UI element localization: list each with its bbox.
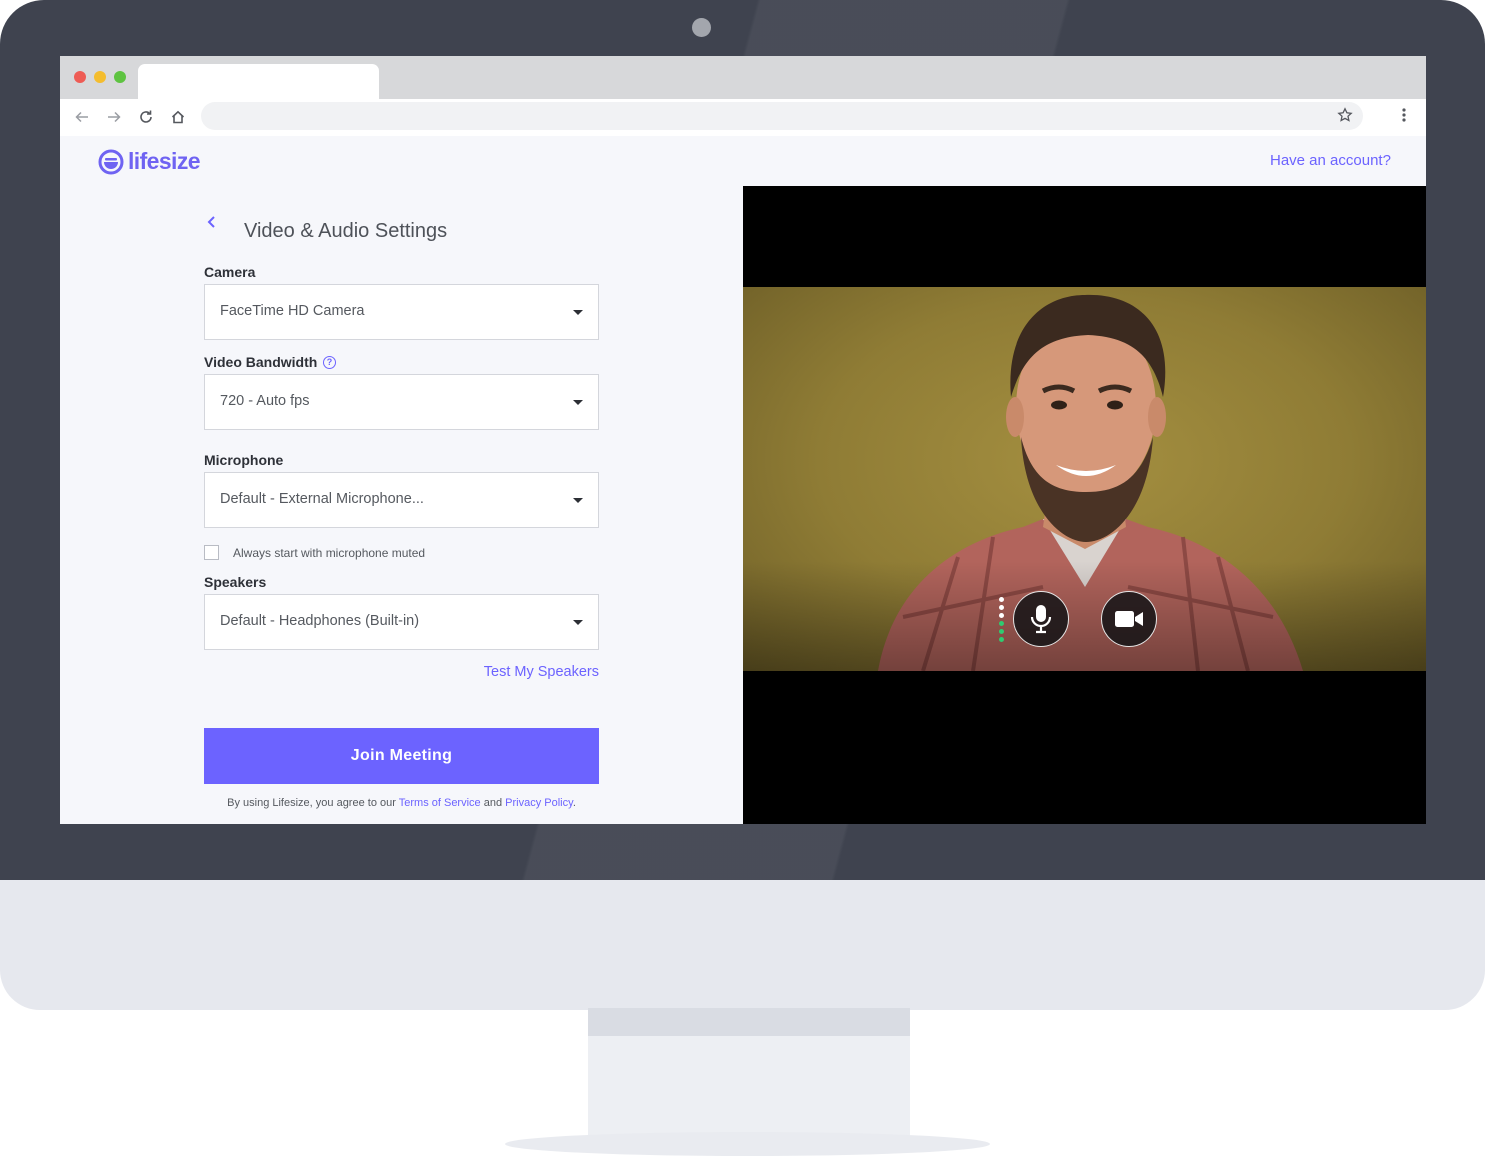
- join-meeting-button[interactable]: Join Meeting: [204, 728, 599, 784]
- test-speakers-link[interactable]: Test My Speakers: [484, 664, 599, 680]
- window-maximize-button[interactable]: [114, 71, 126, 83]
- lifesize-logo[interactable]: lifesize: [98, 148, 201, 175]
- speakers-select-value: Default - Headphones (Built-in): [220, 613, 420, 629]
- lifesize-page: lifesize Have an account? Video & Audio …: [60, 136, 1426, 824]
- mic-level-dot-active: [999, 621, 1004, 626]
- speakers-label: Speakers: [204, 574, 267, 590]
- monitor-chin: [0, 880, 1485, 1010]
- microphone-toggle-button[interactable]: [1013, 591, 1069, 647]
- video-bottom-shade: [743, 561, 1426, 671]
- browser-tab-bar: [60, 56, 1426, 99]
- bookmark-star-icon[interactable]: [1337, 107, 1353, 127]
- mic-level-dot: [999, 613, 1004, 618]
- microphone-select[interactable]: Default - External Microphone...: [204, 472, 599, 528]
- reload-icon[interactable]: [136, 107, 156, 127]
- lifesize-logo-mark: [98, 149, 124, 174]
- terms-suffix: .: [572, 797, 576, 809]
- camera-preview-image: [743, 287, 1426, 671]
- camera-toggle-button[interactable]: [1101, 591, 1157, 647]
- back-arrow-icon[interactable]: [72, 107, 92, 127]
- mic-level-dot-active: [999, 637, 1004, 642]
- logo-text: lifesize: [128, 148, 201, 174]
- address-bar[interactable]: [201, 102, 1363, 130]
- video-bandwidth-select-value: 720 - Auto fps: [220, 393, 310, 409]
- window-minimize-button[interactable]: [94, 71, 106, 83]
- chevron-down-icon: [573, 400, 583, 405]
- video-bandwidth-label: Video Bandwidth: [204, 354, 318, 370]
- video-bandwidth-select[interactable]: 720 - Auto fps: [204, 374, 599, 430]
- help-icon[interactable]: ?: [323, 356, 336, 369]
- privacy-policy-link[interactable]: Privacy Policy: [505, 797, 573, 809]
- terms-of-service-link[interactable]: Terms of Service: [399, 797, 481, 809]
- camera-select-value: FaceTime HD Camera: [220, 303, 365, 319]
- browser-tab[interactable]: [138, 64, 379, 99]
- terms-and: and: [483, 797, 503, 809]
- chevron-down-icon: [573, 498, 583, 503]
- camera-label: Camera: [204, 264, 256, 280]
- page-title: Video & Audio Settings: [244, 220, 448, 242]
- terms-notice: By using Lifesize, you agree to our Term…: [204, 797, 599, 809]
- camera-select[interactable]: FaceTime HD Camera: [204, 284, 599, 340]
- chevron-down-icon: [573, 310, 583, 315]
- monitor-stand-foot: [505, 1132, 990, 1156]
- browser-toolbar: [60, 99, 1426, 136]
- browser-window: lifesize Have an account? Video & Audio …: [60, 56, 1426, 824]
- mic-level-dot: [999, 605, 1004, 610]
- back-chevron-icon[interactable]: [204, 214, 220, 230]
- video-camera-icon: [1115, 611, 1143, 627]
- window-close-button[interactable]: [74, 71, 86, 83]
- home-icon[interactable]: [168, 107, 188, 127]
- browser-menu-icon[interactable]: [1396, 107, 1412, 127]
- microphone-select-value: Default - External Microphone...: [220, 491, 424, 507]
- webcam-dot: [692, 18, 711, 37]
- mic-level-dot-active: [999, 629, 1004, 634]
- microphone-icon: [1030, 605, 1052, 634]
- terms-prefix: By using Lifesize, you agree to our: [227, 797, 396, 809]
- microphone-label: Microphone: [204, 452, 284, 468]
- imac-mockup: lifesize Have an account? Video & Audio …: [0, 0, 1485, 1157]
- video-preview-panel: [743, 186, 1426, 824]
- mic-level-dot: [999, 597, 1004, 602]
- have-account-link[interactable]: Have an account?: [1270, 152, 1391, 169]
- speakers-select[interactable]: Default - Headphones (Built-in): [204, 594, 599, 650]
- mute-on-start-checkbox[interactable]: [204, 545, 219, 560]
- mute-on-start-label[interactable]: Always start with microphone muted: [233, 546, 425, 560]
- forward-arrow-icon[interactable]: [104, 107, 124, 127]
- chevron-down-icon: [573, 620, 583, 625]
- monitor-stand-shadow: [588, 1008, 910, 1036]
